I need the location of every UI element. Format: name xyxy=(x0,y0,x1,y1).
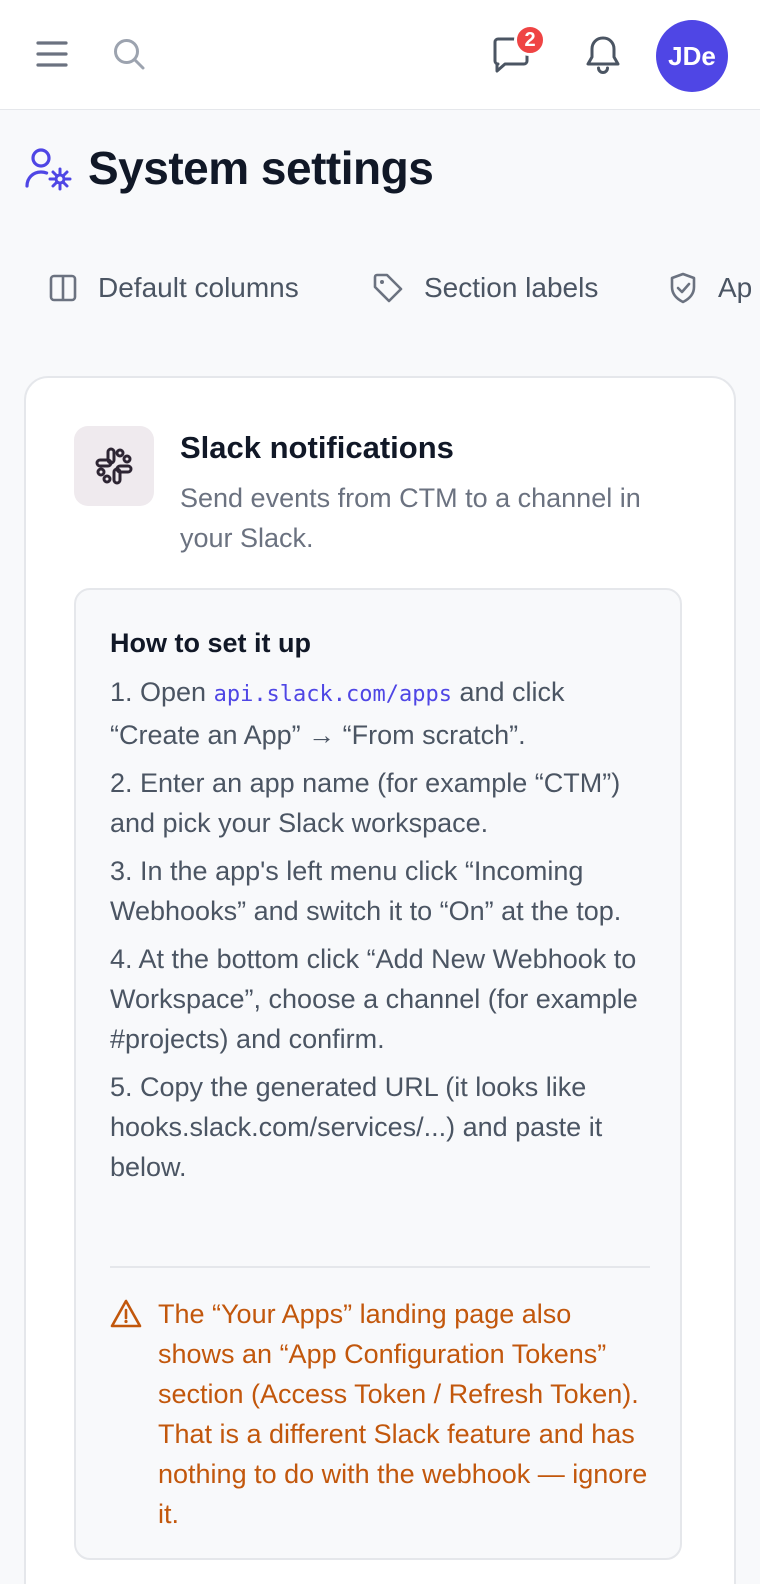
slack-api-link[interactable]: api.slack.com/apps xyxy=(214,682,452,707)
tab-section-labels[interactable]: Section labels xyxy=(372,266,598,310)
setup-instructions-title: How to set it up xyxy=(110,628,311,658)
setup-step: 5. Copy the generated URL (it looks like… xyxy=(110,1072,603,1182)
bell-icon xyxy=(586,36,620,74)
user-avatar[interactable]: JDe xyxy=(656,20,728,92)
setup-instructions-box: How to set it up 1. Open api.slack.com/a… xyxy=(74,588,682,1560)
tag-icon xyxy=(373,273,403,303)
page-title: System settings xyxy=(88,142,434,194)
notifications-button[interactable] xyxy=(578,30,628,80)
search-button[interactable] xyxy=(112,32,146,76)
tab-label: Section labels xyxy=(424,272,599,303)
user-settings-icon xyxy=(25,148,72,191)
page-header: System settings xyxy=(24,138,434,198)
setup-step: 4. At the bottom click “Add New Webhook … xyxy=(110,944,638,1054)
warning-triangle-icon xyxy=(110,1299,142,1328)
notification-count-badge: 2 xyxy=(514,24,546,56)
card-title: Slack notifications xyxy=(180,430,454,465)
setup-step: 1. Open api.slack.com/apps and click “Cr… xyxy=(110,672,650,755)
setup-steps-list: 1. Open api.slack.com/apps and click “Cr… xyxy=(110,672,650,1195)
setup-step: 2. Enter an app name (for example “CTM”)… xyxy=(110,768,621,838)
menu-button[interactable] xyxy=(30,32,74,76)
divider xyxy=(110,1266,650,1268)
top-bar: 2 JDe xyxy=(0,0,760,110)
card-description: Send events from CTM to a channel in you… xyxy=(180,483,641,553)
hamburger-menu-icon xyxy=(36,41,68,67)
slack-notifications-card: Slack notifications Send events from CTM… xyxy=(24,376,736,1584)
search-icon xyxy=(114,39,145,70)
step-text: 1. Open xyxy=(110,677,214,707)
columns-icon xyxy=(49,274,77,302)
warning-note: The “Your Apps” landing page also shows … xyxy=(110,1294,650,1534)
warning-text: The “Your Apps” landing page also shows … xyxy=(158,1299,648,1529)
tab-label: Ap xyxy=(718,272,753,303)
tab-label: Default columns xyxy=(98,272,299,303)
tab-default-columns[interactable]: Default columns xyxy=(48,266,299,310)
tab-ap[interactable]: Ap xyxy=(668,266,752,310)
slack-icon xyxy=(95,447,133,485)
settings-tabs: Default columns Section labels Ap xyxy=(0,258,760,318)
shield-check-icon xyxy=(670,272,696,304)
slack-logo-tile xyxy=(74,426,154,506)
setup-step: 3. In the app's left menu click “Incomin… xyxy=(110,856,622,926)
